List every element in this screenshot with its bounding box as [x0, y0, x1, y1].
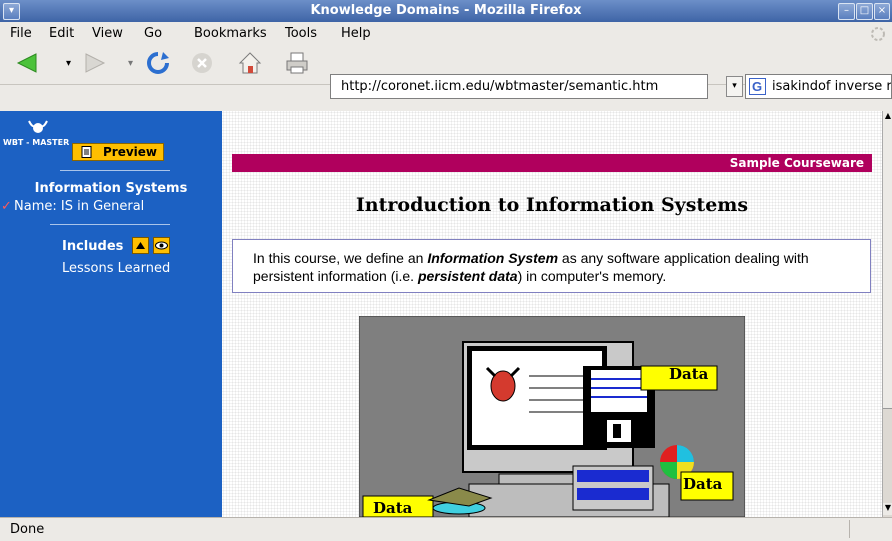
intro-emphasis: Information System [427, 250, 559, 266]
home-icon[interactable] [237, 50, 263, 76]
menu-help[interactable]: Help [341, 26, 371, 41]
wbt-master-logo [28, 120, 48, 133]
intro-text: In this course, we define an [253, 250, 428, 266]
intro-text: ) in computer's memory. [517, 268, 667, 284]
menu-tools[interactable]: Tools [285, 26, 317, 41]
document-icon [81, 146, 92, 158]
window-title: Knowledge Domains - Mozilla Firefox [310, 3, 582, 18]
stop-icon[interactable] [190, 51, 214, 75]
menubar: File Edit View Go Bookmarks Tools Help [0, 22, 892, 46]
name-item[interactable]: Name: IS in General [14, 199, 144, 214]
address-dropdown-button[interactable]: ▾ [726, 76, 743, 97]
window-titlebar: ▾ Knowledge Domains - Mozilla Firefox – … [0, 0, 892, 22]
intro-box: In this course, we define an Information… [232, 239, 871, 293]
data-label: Data [373, 499, 413, 517]
maximize-button[interactable]: □ [856, 3, 873, 20]
reload-icon[interactable] [145, 50, 171, 76]
address-bar[interactable]: http://coronet.iicm.edu/wbtmaster/semant… [330, 74, 708, 99]
close-button[interactable]: × [874, 3, 890, 20]
svg-text:G: G [752, 79, 762, 94]
menu-view[interactable]: View [92, 26, 123, 41]
print-icon[interactable] [284, 50, 310, 76]
scroll-thumb[interactable] [883, 123, 892, 409]
sidebar: WBT - MASTER Preview Information Systems… [0, 111, 222, 517]
search-input[interactable]: isakindof inverse rel [745, 74, 892, 99]
statusbar: Done [0, 517, 892, 541]
divider [849, 520, 850, 538]
data-label: Data [669, 365, 709, 383]
page-heading: Introduction to Information Systems [355, 194, 749, 216]
menu-file[interactable]: File [10, 26, 32, 41]
expand-up-icon[interactable] [132, 237, 149, 254]
scroll-up-button[interactable]: ▲ [883, 111, 892, 123]
page-viewport: WBT - MASTER Preview Information Systems… [0, 111, 892, 517]
scroll-down-button[interactable]: ▼ [883, 503, 892, 515]
back-icon[interactable] [14, 50, 40, 76]
menu-go[interactable]: Go [144, 26, 162, 41]
forward-icon[interactable] [82, 50, 108, 76]
vertical-scrollbar[interactable]: ▲ ▼ [882, 111, 892, 517]
view-eye-icon[interactable] [153, 237, 170, 254]
forward-dropdown-icon[interactable]: ▾ [128, 58, 133, 69]
check-icon: ✓ [1, 199, 12, 214]
preview-button[interactable]: Preview [72, 143, 164, 161]
status-text: Done [10, 522, 45, 537]
minimize-button[interactable]: – [838, 3, 855, 20]
throbber-icon [871, 27, 885, 41]
intro-emphasis: persistent data [417, 268, 518, 284]
divider [60, 170, 170, 171]
google-search-icon[interactable]: G [749, 78, 767, 96]
data-label: Data [683, 475, 723, 493]
courseware-banner: Sample Courseware [232, 154, 872, 172]
includes-label: Includes [62, 239, 124, 254]
divider [50, 224, 170, 225]
includes-item[interactable]: Lessons Learned [62, 261, 170, 276]
menu-edit[interactable]: Edit [49, 26, 74, 41]
menu-bookmarks[interactable]: Bookmarks [194, 26, 267, 41]
preview-label: Preview [102, 145, 157, 159]
wbt-master-label: WBT - MASTER [3, 138, 70, 147]
back-dropdown-icon[interactable]: ▾ [66, 58, 71, 69]
section-title: Information Systems [34, 181, 188, 196]
main-page: Sample Courseware Introduction to Inform… [222, 111, 882, 517]
